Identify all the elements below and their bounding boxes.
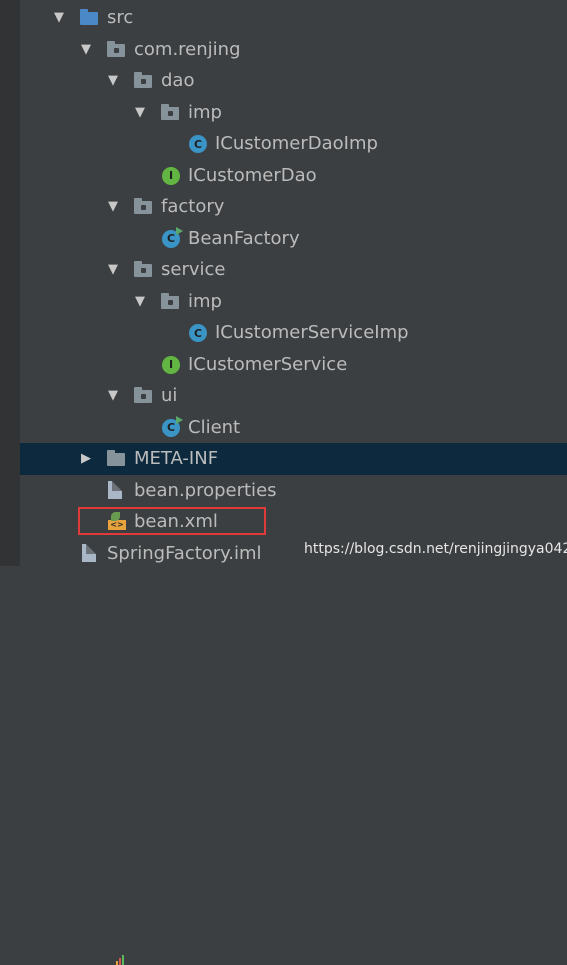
tree-node-icustomerserviceimp[interactable]: C ICustomerServiceImp (20, 317, 567, 349)
package-icon (134, 261, 152, 277)
tree-node-service-imp[interactable]: ▼ imp (20, 286, 567, 318)
expand-arrow-icon[interactable]: ▼ (134, 295, 146, 308)
tree-node-icustomerdaoimp[interactable]: C ICustomerDaoImp (20, 128, 567, 160)
tree-node-beanfactory[interactable]: C BeanFactory (20, 223, 567, 255)
tree-node-service[interactable]: ▼ service (20, 254, 567, 286)
highlight-box (78, 507, 266, 535)
tree-node-icustomerservice[interactable]: I ICustomerService (20, 349, 567, 381)
project-tree[interactable]: ▼ src ▼ com.renjing ▼ dao ▼ imp C ICusto… (20, 0, 567, 965)
tree-node-dao[interactable]: ▼ dao (20, 65, 567, 97)
interface-icon: I (162, 166, 180, 185)
package-icon (134, 198, 152, 214)
tree-node-label: ICustomerService (188, 353, 348, 375)
tree-node-label: service (161, 259, 226, 280)
tree-node-meta-inf[interactable]: ▶ META-INF (20, 443, 567, 475)
expand-arrow-icon[interactable]: ▼ (107, 263, 119, 276)
source-folder-icon (80, 9, 98, 25)
tree-node-label: dao (161, 70, 195, 91)
class-icon: C (189, 135, 207, 153)
tree-node-dao-imp[interactable]: ▼ imp (20, 97, 567, 129)
folder-icon (107, 450, 125, 466)
tree-node-ui[interactable]: ▼ ui (20, 380, 567, 412)
class-icon: C (189, 324, 207, 342)
runnable-class-icon: C (162, 226, 183, 248)
expand-arrow-icon[interactable]: ▼ (53, 11, 65, 24)
expand-arrow-icon[interactable]: ▼ (107, 200, 119, 213)
expand-arrow-icon[interactable]: ▼ (107, 389, 119, 402)
package-icon (161, 292, 179, 309)
tree-node-label: com.renjing (134, 38, 241, 60)
tree-node-label: BeanFactory (188, 227, 300, 249)
tree-node-client[interactable]: C Client (20, 412, 567, 444)
tree-node-label: imp (188, 290, 222, 312)
tree-node-label: factory (161, 196, 225, 217)
tree-node-label: Client (188, 416, 241, 438)
tree-node-bean-properties[interactable]: bean.properties (20, 475, 567, 965)
package-icon (134, 387, 152, 403)
tree-node-label: src (107, 7, 134, 28)
expand-arrow-icon[interactable]: ▼ (134, 106, 146, 119)
tree-node-icustomerdao[interactable]: I ICustomerDao (20, 160, 567, 192)
package-icon (107, 40, 125, 57)
tree-node-label: ICustomerDao (188, 164, 317, 186)
module-file-icon (82, 543, 96, 562)
properties-bars-icon (116, 954, 126, 965)
tree-node-label: ICustomerServiceImp (215, 322, 409, 343)
tree-node-label: ui (161, 385, 178, 406)
tree-node-com-renjing[interactable]: ▼ com.renjing (20, 34, 567, 66)
tree-node-label: SpringFactory.iml (107, 542, 262, 564)
watermark: https://blog.csdn.net/renjingjingya0429 (304, 541, 567, 557)
package-icon (134, 72, 152, 88)
expand-arrow-icon[interactable]: ▼ (80, 43, 92, 56)
expand-arrow-icon[interactable]: ▼ (107, 74, 119, 87)
runnable-class-icon: C (162, 415, 183, 437)
tree-node-label: bean.properties (134, 479, 277, 501)
tree-node-src[interactable]: ▼ src (20, 2, 567, 34)
tree-node-label: imp (188, 101, 222, 123)
left-gutter (0, 0, 20, 566)
tree-node-label: META-INF (134, 448, 219, 469)
tree-node-factory[interactable]: ▼ factory (20, 191, 567, 223)
tree-node-label: ICustomerDaoImp (215, 133, 378, 154)
collapse-arrow-icon[interactable]: ▶ (80, 452, 92, 465)
package-icon (161, 103, 179, 120)
interface-icon: I (162, 355, 180, 374)
properties-file-icon (108, 480, 122, 499)
